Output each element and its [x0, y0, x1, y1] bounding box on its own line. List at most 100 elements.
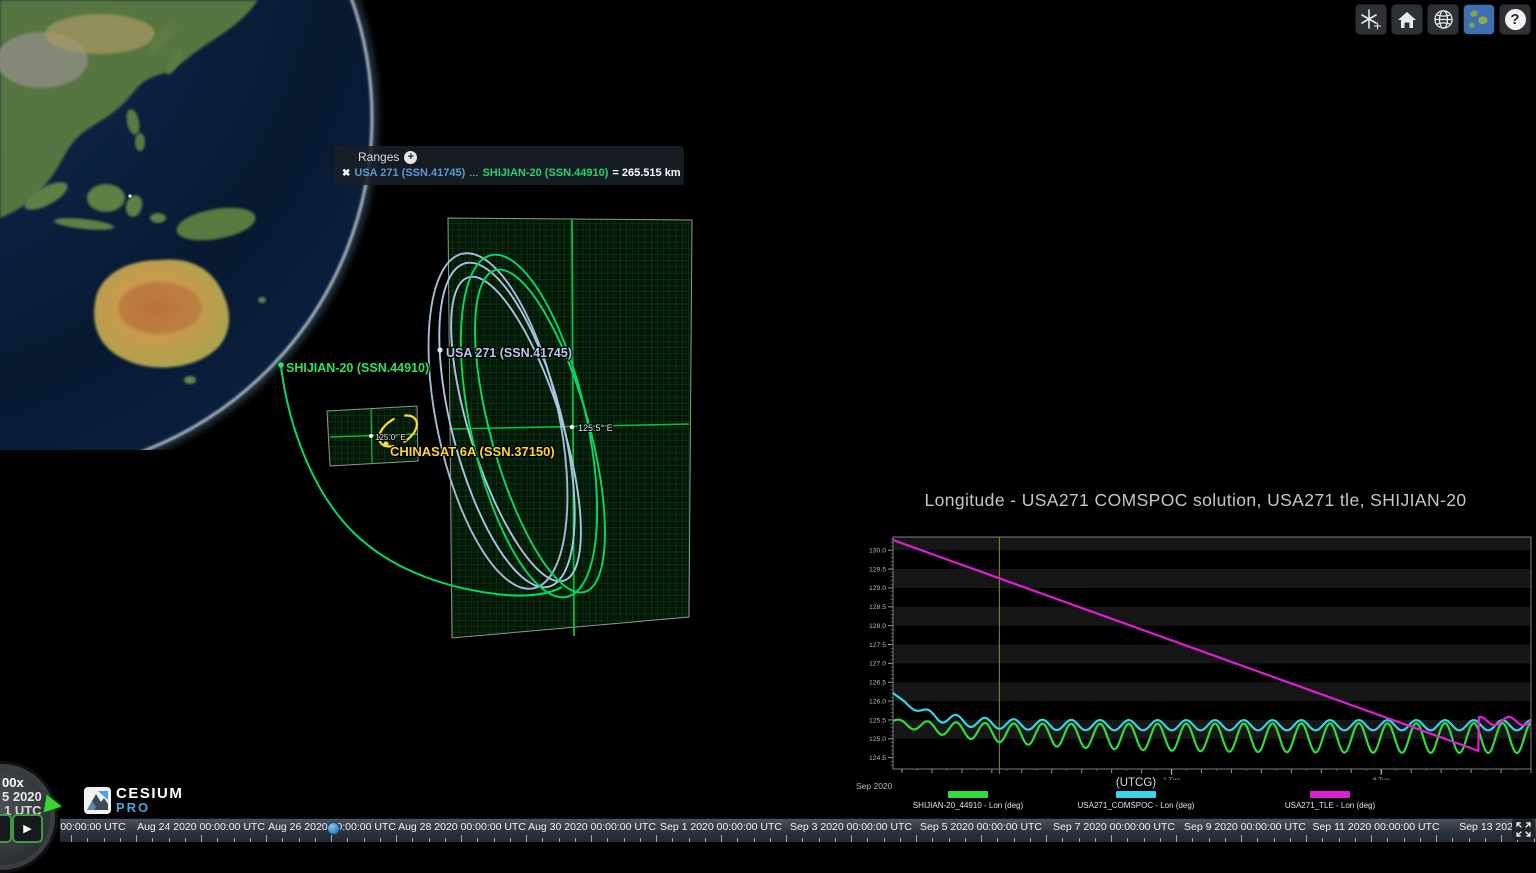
timeline-minor-tick: [1404, 838, 1405, 842]
help-button[interactable]: ?: [1499, 4, 1531, 35]
remove-range-icon[interactable]: ✖: [342, 168, 350, 179]
usa271-marker[interactable]: USA 271 (SSN.41745): [437, 346, 572, 360]
svg-text:125.0° E: 125.0° E: [375, 433, 406, 442]
fullscreen-button[interactable]: [1512, 819, 1535, 840]
timeline-minor-tick: [997, 838, 998, 842]
timeline-minor-tick: [282, 838, 283, 842]
timeline-minor-tick: [819, 838, 820, 842]
home-button[interactable]: [1391, 4, 1423, 35]
sparkle-icon: [1360, 9, 1382, 31]
help-icon: ?: [1505, 9, 1526, 30]
svg-text:127.0: 127.0: [869, 661, 886, 668]
range-separator: ...: [469, 167, 478, 179]
play-button[interactable]: ▶: [12, 814, 43, 843]
timeline-minor-tick: [169, 838, 170, 842]
svg-text:125.5° E: 125.5° E: [578, 423, 613, 433]
timeline-tick-label: Sep 7 2020 00:00:00 UTC: [1053, 821, 1175, 833]
timeline-minor-tick: [477, 838, 478, 842]
timeline-tick-label: Sep 13 2020: [1459, 821, 1519, 833]
timeline-bar[interactable]: 00:00:00 UTCAug 24 2020 00:00:00 UTCAug …: [60, 818, 1536, 842]
legend-label-shijian: SHIJIAN-20_44910 - Lon (deg): [913, 801, 1023, 810]
x-tick-label: 8 Tue: [1373, 777, 1390, 780]
timeline-minor-tick: [1355, 838, 1356, 842]
brand-name: CESIUM: [116, 787, 183, 801]
chart-title: Longitude - USA271 COMSPOC solution, USA…: [855, 490, 1536, 511]
timeline-minor-tick: [510, 838, 511, 842]
timeline-minor-tick: [1095, 838, 1096, 842]
timeline-day-tick: [201, 835, 202, 842]
cesium-logo[interactable]: CESIUM PRO: [84, 787, 183, 814]
sparkle-button[interactable]: [1355, 4, 1387, 35]
chinasat-label: CHINASAT 6A (SSN.37150): [390, 444, 555, 459]
timeline-minor-tick: [217, 838, 218, 842]
timeline-minor-tick: [607, 838, 608, 842]
svg-text:124.5: 124.5: [869, 755, 886, 762]
shuttle-ring-pointer[interactable]: [44, 795, 64, 816]
timeline-minor-tick: [835, 838, 836, 842]
add-range-button[interactable]: +: [404, 151, 417, 164]
timeline-day-tick: [786, 835, 787, 842]
timeline-day-tick: [1501, 835, 1502, 842]
timeline-minor-tick: [1339, 838, 1340, 842]
timeline-minor-tick: [624, 838, 625, 842]
timeline-minor-tick: [1485, 838, 1486, 842]
timeline-minor-tick: [185, 838, 186, 842]
timeline-day-tick: [266, 835, 267, 842]
timeline-scrubber[interactable]: [327, 822, 340, 835]
timeline-tick-label: Aug 30 2020 00:00:00 UTC: [528, 821, 656, 833]
timeline-minor-tick: [559, 838, 560, 842]
svg-text:125.0: 125.0: [869, 736, 886, 743]
legend-item-shijian[interactable]: SHIJIAN-20_44910 - Lon (deg): [883, 791, 1053, 810]
timeline-minor-tick: [87, 838, 88, 842]
range-entry: ✖ USA 271 (SSN.41745) ... SHIJIAN-20 (SS…: [342, 167, 676, 179]
svg-text:129.0: 129.0: [869, 585, 886, 592]
timeline-tick-label: 00:00:00 UTC: [60, 821, 125, 833]
timeline-minor-tick: [965, 838, 966, 842]
legend-label-tle: USA271_TLE - Lon (deg): [1285, 801, 1375, 810]
timeline-minor-tick: [1160, 838, 1161, 842]
timeline-minor-tick: [1290, 838, 1291, 842]
timeline-day-tick: [136, 835, 137, 842]
svg-text:129.5: 129.5: [869, 566, 886, 573]
legend-item-comspoc[interactable]: USA271_COMSPOC - Lon (deg): [1051, 791, 1221, 810]
timeline-minor-tick: [542, 838, 543, 842]
timeline-minor-tick: [802, 838, 803, 842]
legend-item-tle[interactable]: USA271_TLE - Lon (deg): [1245, 791, 1415, 810]
timeline-day-tick: [71, 835, 72, 842]
svg-text:130.0: 130.0: [869, 548, 886, 555]
timeline-day-tick: [331, 835, 332, 842]
range-value: = 265.515 km: [612, 167, 680, 179]
play-icon: ▶: [23, 822, 31, 835]
timeline-day-tick: [1241, 835, 1242, 842]
shijian20-marker[interactable]: SHIJIAN-20 (SSN.44910): [278, 361, 429, 375]
timeline-minor-tick: [1127, 838, 1128, 842]
home-icon: [1397, 10, 1417, 30]
longitude-chart[interactable]: 130.0129.5129.0128.5128.0127.5127.0126.5…: [855, 527, 1536, 780]
timeline-minor-tick: [1225, 838, 1226, 842]
timeline-minor-tick: [299, 838, 300, 842]
globe-view-button[interactable]: [1427, 4, 1459, 35]
fullscreen-icon: [1515, 822, 1532, 837]
timeline-minor-tick: [1274, 838, 1275, 842]
timeline-minor-tick: [1209, 838, 1210, 842]
timeline-tick-label: Aug 28 2020 00:00:00 UTC: [398, 821, 526, 833]
timeline-minor-tick: [1322, 838, 1323, 842]
chinasat-marker[interactable]: CHINASAT 6A (SSN.37150): [383, 441, 554, 459]
timeline-minor-tick: [445, 838, 446, 842]
timeline-minor-tick: [867, 838, 868, 842]
base-layer-picker-button[interactable]: [1463, 4, 1495, 35]
svg-text:126.5: 126.5: [869, 680, 886, 687]
timeline-day-tick: [916, 835, 917, 842]
x-axis-unit-label: (UTCG): [1051, 777, 1221, 789]
timeline-minor-tick: [1469, 838, 1470, 842]
ranges-panel: Ranges + ✖ USA 271 (SSN.41745) ... SHIJI…: [334, 146, 684, 185]
timeline-minor-tick: [1014, 838, 1015, 842]
lon-marker-small: 125.0° E: [369, 433, 406, 442]
pause-button[interactable]: [0, 814, 12, 843]
timeline-minor-tick: [494, 838, 495, 842]
timeline-day-tick: [981, 835, 982, 842]
legend-swatch-tle: [1310, 791, 1350, 798]
range-object-a: USA 271 (SSN.41745): [354, 167, 465, 179]
timeline-minor-tick: [1257, 838, 1258, 842]
svg-text:127.5: 127.5: [869, 642, 886, 649]
